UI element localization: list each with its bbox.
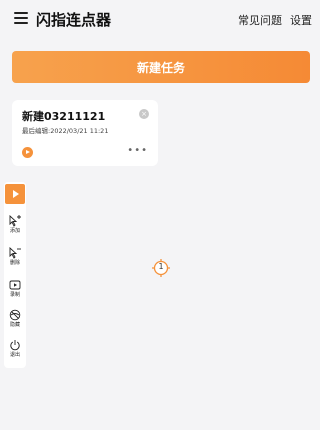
new-task-button[interactable]: 新建任务	[12, 51, 310, 83]
menu-icon[interactable]	[14, 12, 28, 24]
toolbar-hide[interactable]: 隐藏	[4, 309, 26, 337]
toolbar-hide-label: 隐藏	[9, 322, 20, 328]
play-task-icon[interactable]	[22, 147, 33, 158]
click-target-number: 1	[158, 262, 164, 271]
settings-link[interactable]: 设置	[290, 12, 312, 28]
task-last-edited: 最后编辑:2022/03/21 11:21	[22, 127, 109, 135]
floating-toolbar: 添加 删除 录制 隐藏 退出	[4, 182, 26, 368]
record-icon	[9, 280, 21, 290]
more-options-icon[interactable]: •••	[127, 145, 148, 156]
toolbar-remove-label: 删除	[9, 260, 20, 266]
toolbar-record-label: 录制	[9, 292, 20, 298]
toolbar-exit[interactable]: 退出	[4, 339, 26, 367]
toolbar-remove[interactable]: 删除	[4, 247, 26, 275]
toolbar-add-label: 添加	[9, 228, 20, 234]
faq-link[interactable]: 常见问题	[238, 12, 282, 28]
app-title: 闪指连点器	[36, 11, 112, 29]
task-name: 新建03211121	[22, 110, 106, 123]
toolbar-exit-label: 退出	[9, 352, 20, 358]
hide-icon	[9, 309, 21, 321]
power-icon	[10, 340, 20, 351]
delete-task-icon[interactable]: ×	[139, 109, 149, 119]
app-header: 闪指连点器 常见问题 设置	[0, 0, 320, 40]
start-play-button[interactable]	[5, 184, 25, 204]
toolbar-record[interactable]: 录制	[4, 279, 26, 307]
remove-pointer-icon	[9, 247, 21, 259]
click-target-marker[interactable]: 1	[152, 259, 170, 277]
add-pointer-icon	[9, 215, 21, 227]
task-card[interactable]: 新建03211121 最后编辑:2022/03/21 11:21 × •••	[12, 100, 158, 166]
toolbar-add[interactable]: 添加	[4, 215, 26, 243]
